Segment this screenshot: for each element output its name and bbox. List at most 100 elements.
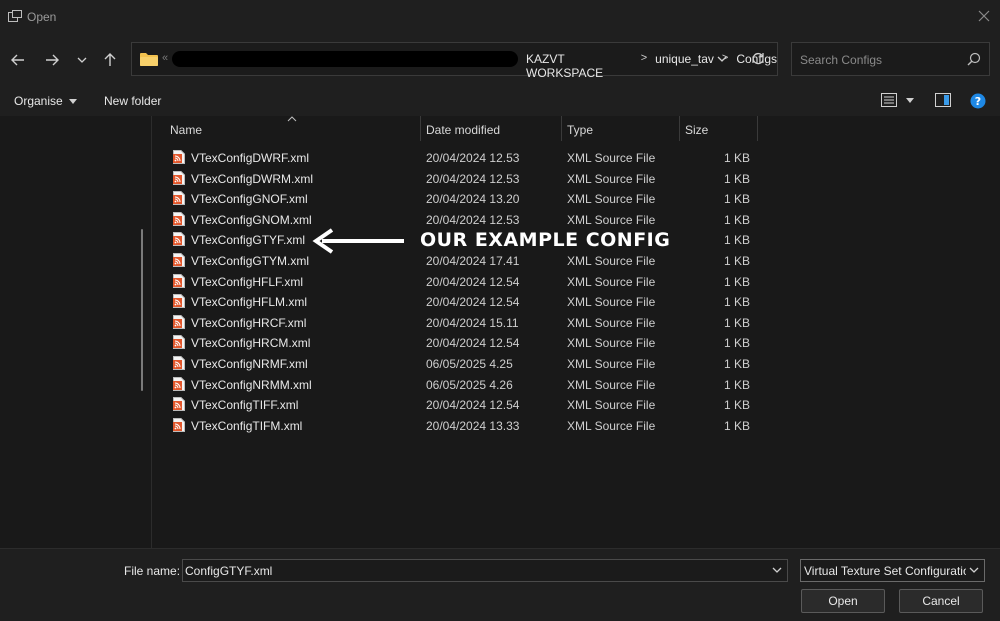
file-size-cell: 1 KB — [723, 315, 750, 330]
recent-locations-button[interactable] — [70, 48, 94, 72]
column-header-date[interactable]: Date modified — [420, 116, 562, 141]
file-size-cell: 1 KB — [723, 295, 750, 310]
date-modified-cell: 20/04/2024 17.41 — [426, 253, 520, 268]
xml-file-icon — [173, 417, 185, 432]
column-header-name[interactable]: Name — [164, 116, 421, 141]
window-title: Open — [27, 10, 57, 24]
file-name-cell: VTexConfigGNOM.xml — [191, 212, 312, 227]
file-type-cell: XML Source File — [567, 151, 656, 165]
file-type-select[interactable]: Virtual Texture Set Configuratio — [800, 559, 985, 582]
chevron-down-icon[interactable] — [906, 98, 914, 103]
file-name-cell: VTexConfigGTYF.xml — [191, 233, 306, 248]
breadcrumb: KAZVT WORKSPACE > unique_tav > Configs — [526, 52, 777, 80]
file-name-cell: VTexConfigTIFF.xml — [191, 398, 299, 413]
date-modified-cell: 20/04/2024 12.54 — [426, 336, 520, 351]
search-icon[interactable] — [967, 52, 981, 66]
back-arrow-icon — [11, 54, 24, 66]
refresh-icon[interactable] — [751, 52, 765, 66]
table-row[interactable]: VTexConfigTIFF.xml 20/04/2024 12.54 XML So… — [152, 394, 752, 415]
column-header-type[interactable]: Type — [561, 116, 680, 141]
date-modified-cell: 20/04/2024 12.54 — [426, 295, 520, 310]
file-rows: VTexConfigDWRF.xml 20/04/2024 12.53 XML So… — [152, 147, 752, 435]
file-type-cell: XML Source File — [567, 377, 656, 392]
file-name-cell: VTexConfigGTYM.xml — [191, 253, 310, 268]
table-row[interactable]: VTexConfigDWRF.xml 20/04/2024 12.53 XML So… — [152, 147, 752, 168]
date-modified-cell: 06/05/2025 4.26 — [426, 377, 513, 392]
file-size-cell: 1 KB — [723, 398, 750, 413]
file-type-cell: XML Source File — [567, 315, 656, 330]
navigation-pane-scrollbar[interactable] — [141, 229, 143, 391]
file-type-cell: XML Source File — [567, 171, 656, 186]
up-button[interactable] — [98, 48, 122, 72]
table-row[interactable]: VTexConfigNRMF.xml 06/05/2025 4.25 XML Sou… — [152, 353, 752, 374]
table-row[interactable]: VTexConfigHRCM.xml 20/04/2024 12.54 XML So… — [152, 332, 752, 353]
file-size-cell: 1 KB — [723, 151, 750, 165]
date-modified-cell: 20/04/2024 12.53 — [426, 151, 520, 165]
table-row[interactable]: VTexConfigHRCF.xml 20/04/2024 15.11 XML So… — [152, 312, 752, 333]
file-type-value: Virtual Texture Set Configuratio — [804, 564, 966, 578]
close-icon[interactable] — [976, 8, 992, 24]
file-type-cell: XML Source File — [567, 418, 656, 433]
file-name-cell: VTexConfigHFLF.xml — [191, 274, 304, 289]
file-type-cell: XML Source File — [567, 212, 656, 227]
redacted-path — [172, 51, 518, 67]
file-size-cell: 1 KB — [723, 418, 750, 433]
search-box[interactable] — [791, 42, 990, 76]
view-list-icon[interactable] — [881, 93, 897, 107]
file-name-cell: VTexConfigHRCM.xml — [191, 336, 311, 351]
dialog-footer: File name: Virtual Texture Set Configura… — [0, 548, 1000, 621]
table-row[interactable]: VTexConfigHFLF.xml 20/04/2024 12.54 XML So… — [152, 271, 752, 292]
xml-file-icon — [173, 397, 185, 412]
file-name-input[interactable] — [185, 563, 755, 579]
date-modified-cell: 20/04/2024 12.54 — [426, 274, 520, 289]
organise-button[interactable]: Organise — [14, 94, 78, 108]
navigation-pane[interactable] — [0, 116, 152, 548]
preview-pane-icon[interactable] — [935, 93, 951, 107]
file-name-label: File name: — [124, 564, 181, 578]
help-icon[interactable]: ? — [970, 93, 986, 109]
breadcrumb-overflow[interactable]: « — [162, 52, 168, 64]
column-header-size-label: Size — [685, 123, 709, 137]
xml-file-icon — [173, 355, 185, 370]
breadcrumb-separator[interactable]: > — [641, 52, 647, 80]
file-name-combobox[interactable] — [182, 559, 788, 582]
file-name-cell: VTexConfigNRMF.xml — [191, 356, 308, 371]
breadcrumb-item[interactable]: unique_tav — [655, 52, 714, 80]
folder-icon — [140, 53, 158, 66]
file-type-cell: XML Source File — [567, 356, 656, 371]
table-row[interactable]: VTexConfigGNOF.xml 20/04/2024 13.20 XML So… — [152, 188, 752, 209]
open-button[interactable]: Open — [801, 589, 885, 613]
file-size-cell: 1 KB — [723, 171, 750, 186]
svg-text:?: ? — [975, 95, 981, 108]
xml-file-icon — [173, 376, 185, 391]
new-folder-button[interactable]: New folder — [104, 94, 161, 108]
date-modified-cell: 20/04/2024 12.53 — [426, 171, 520, 186]
file-name-cell: VTexConfigHFLM.xml — [191, 295, 308, 310]
file-type-cell: XML Source File — [567, 274, 656, 289]
column-header-size[interactable]: Size — [679, 116, 758, 141]
breadcrumb-item[interactable]: KAZVT WORKSPACE — [526, 52, 633, 80]
file-size-cell: 1 KB — [723, 253, 750, 268]
date-modified-cell: 20/04/2024 13.20 — [426, 192, 520, 207]
table-row[interactable]: VTexConfigNRMM.xml 06/05/2025 4.26 XML Sou… — [152, 374, 752, 395]
xml-file-icon — [173, 232, 185, 247]
table-row[interactable]: VTexConfigHFLM.xml 20/04/2024 12.54 XML So… — [152, 291, 752, 312]
file-name-cell: VTexConfigTIFM.xml — [191, 418, 303, 433]
address-bar[interactable]: « KAZVT WORKSPACE > unique_tav > Configs — [131, 42, 778, 80]
file-size-cell: 1 KB — [723, 212, 750, 227]
xml-file-icon — [173, 252, 185, 267]
chevron-down-icon[interactable] — [716, 52, 728, 66]
table-row[interactable]: VTexConfigTIFM.xml 20/04/2024 13.33 XML So… — [152, 415, 752, 436]
chevron-down-icon[interactable] — [771, 565, 783, 575]
file-size-cell: 1 KB — [723, 377, 750, 392]
forward-button[interactable] — [40, 48, 64, 72]
file-name-cell: VTexConfigDWRF.xml — [191, 151, 310, 165]
xml-file-icon — [173, 150, 185, 164]
table-row[interactable]: VTexConfigDWRM.xml 20/04/2024 12.53 XML So… — [152, 168, 752, 189]
title-bar: Open — [0, 0, 1000, 34]
xml-file-icon — [173, 294, 185, 309]
cancel-button[interactable]: Cancel — [899, 589, 983, 613]
back-button[interactable] — [6, 48, 30, 72]
app-icon — [8, 10, 22, 22]
search-input[interactable] — [800, 51, 960, 69]
